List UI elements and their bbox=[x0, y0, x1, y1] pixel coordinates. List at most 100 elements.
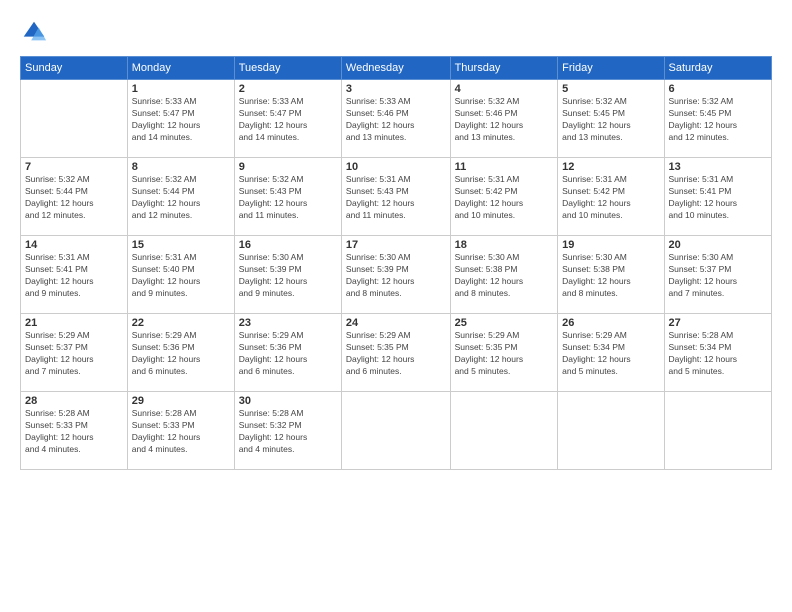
day-number: 6 bbox=[669, 83, 767, 95]
day-number: 28 bbox=[25, 395, 123, 407]
day-info: Sunrise: 5:31 AM Sunset: 5:41 PM Dayligh… bbox=[669, 174, 767, 222]
header-area bbox=[20, 18, 772, 46]
header-cell-friday: Friday bbox=[558, 57, 664, 80]
day-info: Sunrise: 5:28 AM Sunset: 5:33 PM Dayligh… bbox=[25, 408, 123, 456]
day-number: 22 bbox=[132, 317, 230, 329]
day-number: 26 bbox=[562, 317, 659, 329]
day-info: Sunrise: 5:28 AM Sunset: 5:32 PM Dayligh… bbox=[239, 408, 337, 456]
calendar-cell: 28Sunrise: 5:28 AM Sunset: 5:33 PM Dayli… bbox=[21, 392, 128, 470]
day-info: Sunrise: 5:28 AM Sunset: 5:34 PM Dayligh… bbox=[669, 330, 767, 378]
week-row-1: 1 Sunrise: 5:33 AM Sunset: 5:47 PM Daylig… bbox=[21, 80, 772, 158]
calendar-cell bbox=[664, 392, 771, 470]
day-info: Sunrise: 5:31 AM Sunset: 5:42 PM Dayligh… bbox=[562, 174, 659, 222]
day-number: 27 bbox=[669, 317, 767, 329]
calendar-cell: 10Sunrise: 5:31 AM Sunset: 5:43 PM Dayli… bbox=[341, 158, 450, 236]
calendar-cell: 23Sunrise: 5:29 AM Sunset: 5:36 PM Dayli… bbox=[234, 314, 341, 392]
day-number: 18 bbox=[455, 239, 554, 251]
day-info: Sunrise: 5:32 AM Sunset: 5:44 PM Dayligh… bbox=[132, 174, 230, 222]
calendar-cell bbox=[450, 392, 558, 470]
day-info: Sunrise: 5:29 AM Sunset: 5:35 PM Dayligh… bbox=[346, 330, 446, 378]
day-number: 11 bbox=[455, 161, 554, 173]
day-info: Sunrise: 5:33 AM Sunset: 5:47 PM Dayligh… bbox=[239, 96, 337, 144]
day-info: Sunrise: 5:30 AM Sunset: 5:38 PM Dayligh… bbox=[562, 252, 659, 300]
day-info: Sunrise: 5:32 AM Sunset: 5:46 PM Dayligh… bbox=[455, 96, 554, 144]
header-cell-thursday: Thursday bbox=[450, 57, 558, 80]
calendar-cell: 5Sunrise: 5:32 AM Sunset: 5:45 PM Daylig… bbox=[558, 80, 664, 158]
calendar-cell: 7Sunrise: 5:32 AM Sunset: 5:44 PM Daylig… bbox=[21, 158, 128, 236]
calendar-cell: 29Sunrise: 5:28 AM Sunset: 5:33 PM Dayli… bbox=[127, 392, 234, 470]
day-number: 1 bbox=[132, 83, 230, 95]
day-number: 29 bbox=[132, 395, 230, 407]
calendar-cell: 16Sunrise: 5:30 AM Sunset: 5:39 PM Dayli… bbox=[234, 236, 341, 314]
calendar-cell: 9Sunrise: 5:32 AM Sunset: 5:43 PM Daylig… bbox=[234, 158, 341, 236]
day-number: 24 bbox=[346, 317, 446, 329]
calendar-cell: 6Sunrise: 5:32 AM Sunset: 5:45 PM Daylig… bbox=[664, 80, 771, 158]
day-number: 14 bbox=[25, 239, 123, 251]
calendar-cell: 26Sunrise: 5:29 AM Sunset: 5:34 PM Dayli… bbox=[558, 314, 664, 392]
day-number: 2 bbox=[239, 83, 337, 95]
header-cell-wednesday: Wednesday bbox=[341, 57, 450, 80]
day-number: 9 bbox=[239, 161, 337, 173]
calendar-cell: 12Sunrise: 5:31 AM Sunset: 5:42 PM Dayli… bbox=[558, 158, 664, 236]
day-number: 7 bbox=[25, 161, 123, 173]
day-info: Sunrise: 5:29 AM Sunset: 5:36 PM Dayligh… bbox=[132, 330, 230, 378]
calendar-cell: 3Sunrise: 5:33 AM Sunset: 5:46 PM Daylig… bbox=[341, 80, 450, 158]
day-info: Sunrise: 5:30 AM Sunset: 5:39 PM Dayligh… bbox=[346, 252, 446, 300]
calendar-cell: 15Sunrise: 5:31 AM Sunset: 5:40 PM Dayli… bbox=[127, 236, 234, 314]
day-info: Sunrise: 5:32 AM Sunset: 5:45 PM Dayligh… bbox=[669, 96, 767, 144]
week-row-2: 7Sunrise: 5:32 AM Sunset: 5:44 PM Daylig… bbox=[21, 158, 772, 236]
day-info: Sunrise: 5:29 AM Sunset: 5:36 PM Dayligh… bbox=[239, 330, 337, 378]
day-info: Sunrise: 5:32 AM Sunset: 5:45 PM Dayligh… bbox=[562, 96, 659, 144]
calendar-cell: 24Sunrise: 5:29 AM Sunset: 5:35 PM Dayli… bbox=[341, 314, 450, 392]
day-number: 25 bbox=[455, 317, 554, 329]
day-info: Sunrise: 5:31 AM Sunset: 5:41 PM Dayligh… bbox=[25, 252, 123, 300]
week-row-4: 21Sunrise: 5:29 AM Sunset: 5:37 PM Dayli… bbox=[21, 314, 772, 392]
week-row-5: 28Sunrise: 5:28 AM Sunset: 5:33 PM Dayli… bbox=[21, 392, 772, 470]
calendar-cell: 17Sunrise: 5:30 AM Sunset: 5:39 PM Dayli… bbox=[341, 236, 450, 314]
day-number: 30 bbox=[239, 395, 337, 407]
day-info: Sunrise: 5:29 AM Sunset: 5:37 PM Dayligh… bbox=[25, 330, 123, 378]
header-cell-sunday: Sunday bbox=[21, 57, 128, 80]
day-number: 8 bbox=[132, 161, 230, 173]
day-info: Sunrise: 5:30 AM Sunset: 5:39 PM Dayligh… bbox=[239, 252, 337, 300]
day-info: Sunrise: 5:32 AM Sunset: 5:44 PM Dayligh… bbox=[25, 174, 123, 222]
day-number: 4 bbox=[455, 83, 554, 95]
calendar-cell bbox=[558, 392, 664, 470]
day-number: 5 bbox=[562, 83, 659, 95]
day-number: 3 bbox=[346, 83, 446, 95]
calendar-cell: 20Sunrise: 5:30 AM Sunset: 5:37 PM Dayli… bbox=[664, 236, 771, 314]
day-info: Sunrise: 5:30 AM Sunset: 5:37 PM Dayligh… bbox=[669, 252, 767, 300]
calendar-cell: 21Sunrise: 5:29 AM Sunset: 5:37 PM Dayli… bbox=[21, 314, 128, 392]
calendar-cell: 8Sunrise: 5:32 AM Sunset: 5:44 PM Daylig… bbox=[127, 158, 234, 236]
day-number: 17 bbox=[346, 239, 446, 251]
calendar-table: SundayMondayTuesdayWednesdayThursdayFrid… bbox=[20, 56, 772, 470]
day-info: Sunrise: 5:32 AM Sunset: 5:43 PM Dayligh… bbox=[239, 174, 337, 222]
calendar-cell: 27Sunrise: 5:28 AM Sunset: 5:34 PM Dayli… bbox=[664, 314, 771, 392]
calendar-cell: 19Sunrise: 5:30 AM Sunset: 5:38 PM Dayli… bbox=[558, 236, 664, 314]
page: SundayMondayTuesdayWednesdayThursdayFrid… bbox=[0, 0, 792, 612]
calendar-cell: 4Sunrise: 5:32 AM Sunset: 5:46 PM Daylig… bbox=[450, 80, 558, 158]
header-cell-tuesday: Tuesday bbox=[234, 57, 341, 80]
calendar-cell bbox=[21, 80, 128, 158]
day-info: Sunrise: 5:31 AM Sunset: 5:40 PM Dayligh… bbox=[132, 252, 230, 300]
calendar-cell: 18Sunrise: 5:30 AM Sunset: 5:38 PM Dayli… bbox=[450, 236, 558, 314]
day-info: Sunrise: 5:33 AM Sunset: 5:46 PM Dayligh… bbox=[346, 96, 446, 144]
logo-icon bbox=[20, 18, 48, 46]
logo bbox=[20, 18, 52, 46]
day-number: 13 bbox=[669, 161, 767, 173]
header-cell-monday: Monday bbox=[127, 57, 234, 80]
header-row: SundayMondayTuesdayWednesdayThursdayFrid… bbox=[21, 57, 772, 80]
day-number: 15 bbox=[132, 239, 230, 251]
day-info: Sunrise: 5:29 AM Sunset: 5:35 PM Dayligh… bbox=[455, 330, 554, 378]
day-number: 21 bbox=[25, 317, 123, 329]
calendar-cell: 1Sunrise: 5:33 AM Sunset: 5:47 PM Daylig… bbox=[127, 80, 234, 158]
calendar-cell: 30Sunrise: 5:28 AM Sunset: 5:32 PM Dayli… bbox=[234, 392, 341, 470]
day-number: 20 bbox=[669, 239, 767, 251]
header-cell-saturday: Saturday bbox=[664, 57, 771, 80]
day-number: 10 bbox=[346, 161, 446, 173]
day-number: 12 bbox=[562, 161, 659, 173]
day-number: 19 bbox=[562, 239, 659, 251]
calendar-cell: 14Sunrise: 5:31 AM Sunset: 5:41 PM Dayli… bbox=[21, 236, 128, 314]
day-number: 16 bbox=[239, 239, 337, 251]
day-info: Sunrise: 5:29 AM Sunset: 5:34 PM Dayligh… bbox=[562, 330, 659, 378]
